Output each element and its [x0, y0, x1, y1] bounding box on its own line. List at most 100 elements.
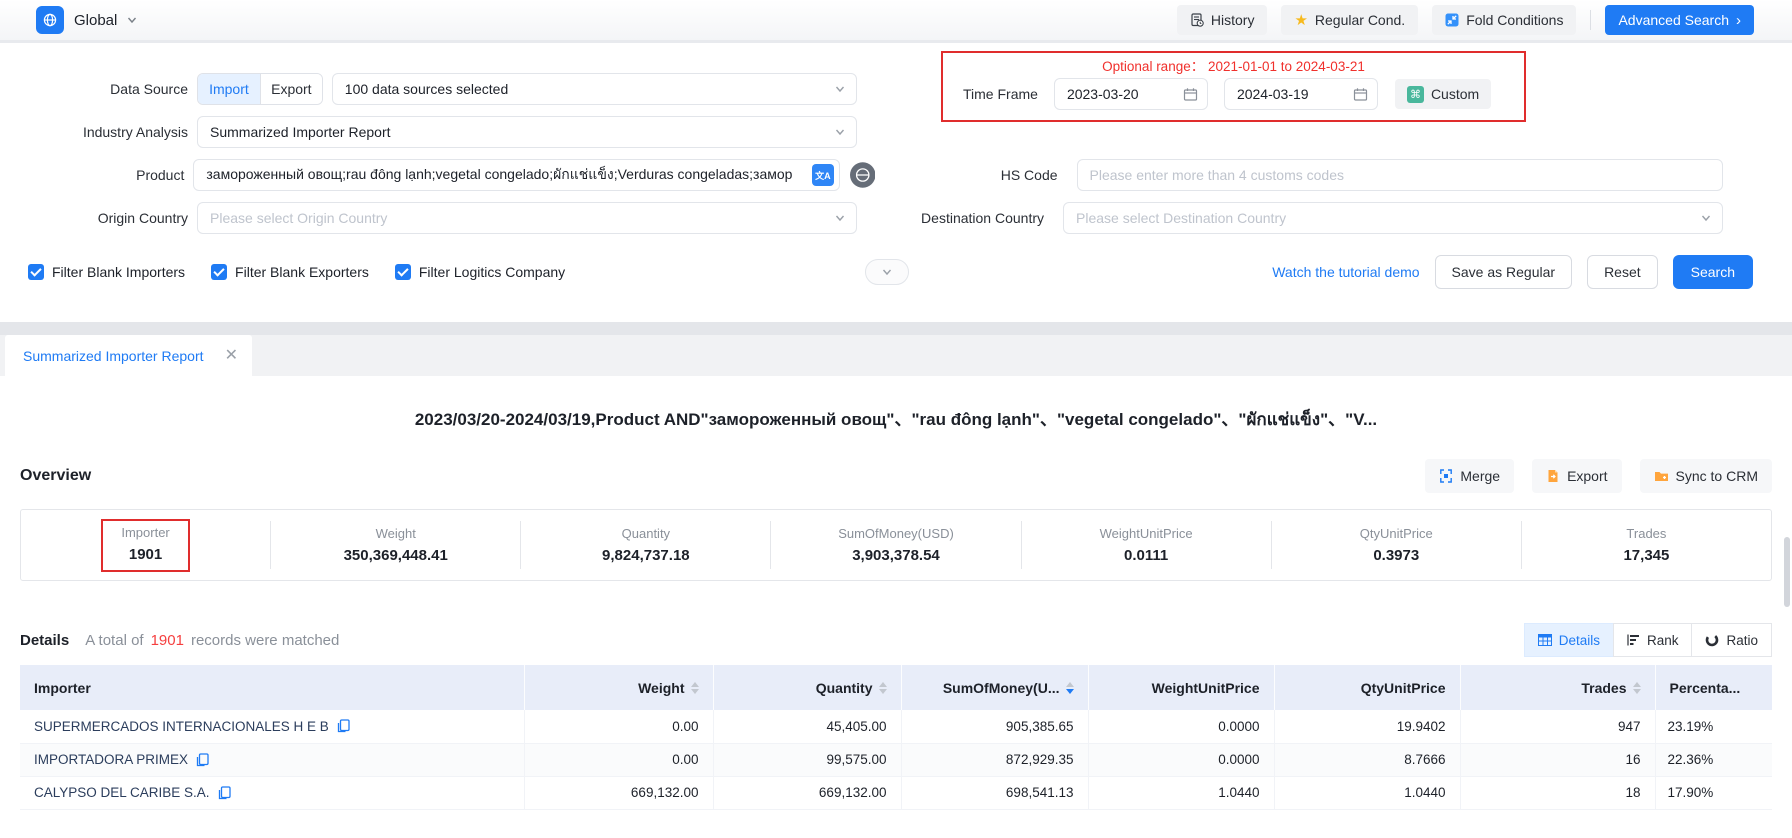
overview-stats: Importer 1901 Weight 350,369,448.41 Quan…: [20, 509, 1772, 581]
qup-cell: 1.0440: [1274, 776, 1460, 809]
save-as-regular-button[interactable]: Save as Regular: [1435, 255, 1573, 289]
regular-cond-button[interactable]: ★ Regular Cond.: [1281, 5, 1418, 35]
sort-control[interactable]: [1633, 682, 1641, 694]
reset-button[interactable]: Reset: [1587, 255, 1658, 289]
destination-country-select[interactable]: Please select Destination Country: [1063, 202, 1723, 234]
weight-cell: 0.00: [524, 710, 713, 743]
translate-badge-icon[interactable]: 文A: [812, 164, 834, 186]
search-form: Optional range： 2021-01-01 to 2024-03-21…: [0, 43, 1792, 322]
industry-analysis-select[interactable]: Summarized Importer Report: [197, 116, 857, 148]
translate-toggle-icon[interactable]: [850, 162, 875, 188]
col-quantity: Quantity: [816, 680, 873, 696]
sort-caret-up-icon: [1066, 682, 1074, 687]
col-weight: Weight: [638, 680, 684, 696]
merge-icon: [1439, 469, 1453, 483]
chevron-down-icon: [835, 127, 845, 137]
sort-control[interactable]: [1066, 682, 1074, 694]
tab-summarized-importer-report[interactable]: Summarized Importer Report ✕: [5, 335, 252, 376]
overview-title: Overview: [20, 467, 91, 485]
region-selector[interactable]: Global: [36, 6, 137, 34]
col-trades: Trades: [1581, 680, 1626, 696]
view-details-button[interactable]: Details: [1524, 623, 1614, 657]
chevron-down-icon: [882, 267, 892, 277]
tab-bar: Summarized Importer Report ✕: [0, 335, 1792, 376]
data-sources-value: 100 data sources selected: [345, 81, 508, 97]
col-importer: Importer: [34, 680, 91, 696]
stat-label: SumOfMoney(USD): [838, 526, 954, 541]
stat-value: 9,824,737.18: [602, 547, 690, 564]
import-toggle[interactable]: Import: [198, 74, 260, 104]
tutorial-demo-link[interactable]: Watch the tutorial demo: [1272, 264, 1419, 280]
wup-cell: 0.0000: [1088, 743, 1274, 776]
stat-sum-of-money: SumOfMoney(USD) 3,903,378.54: [770, 521, 1020, 569]
sync-to-crm-label: Sync to CRM: [1676, 468, 1758, 484]
start-date-input[interactable]: 2023-03-20: [1054, 78, 1208, 110]
sort-caret-up-icon: [879, 682, 887, 687]
end-date-input[interactable]: 2024-03-19: [1224, 78, 1378, 110]
view-rank-button[interactable]: Rank: [1613, 623, 1693, 657]
qup-cell: 19.9402: [1274, 710, 1460, 743]
data-sources-select[interactable]: 100 data sources selected: [332, 73, 857, 105]
custom-range-button[interactable]: ⌘ Custom: [1395, 79, 1491, 109]
origin-country-placeholder: Please select Origin Country: [210, 210, 387, 226]
importer-link[interactable]: SUPERMERCADOS INTERNACIONALES H E B: [34, 719, 329, 734]
stat-weight-unit-price: WeightUnitPrice 0.0111: [1021, 521, 1271, 569]
stat-trades: Trades 17,345: [1521, 521, 1771, 569]
export-button[interactable]: Export: [1532, 459, 1621, 493]
time-frame-annotation-box: Optional range： 2021-01-01 to 2024-03-21…: [941, 51, 1526, 122]
importer-link[interactable]: CALYPSO DEL CARIBE S.A.: [34, 785, 210, 800]
importer-link[interactable]: IMPORTADORA PRIMEX: [34, 752, 188, 767]
match-summary: A total of1901records were matched: [85, 632, 339, 649]
copy-icon[interactable]: [196, 753, 209, 767]
product-row: Product 文A HS Code: [0, 159, 1792, 191]
hs-code-input[interactable]: [1077, 159, 1723, 191]
product-input[interactable]: [193, 159, 839, 191]
filter-blank-exporters-checkbox[interactable]: Filter Blank Exporters: [211, 264, 369, 280]
history-button[interactable]: History: [1177, 5, 1268, 35]
merge-label: Merge: [1460, 468, 1500, 484]
sync-crm-icon: [1654, 469, 1669, 483]
trades-cell: 947: [1460, 710, 1655, 743]
stat-importer: Importer 1901: [21, 521, 270, 569]
wup-cell: 1.0440: [1088, 776, 1274, 809]
sync-to-crm-button[interactable]: Sync to CRM: [1640, 459, 1772, 493]
advanced-search-button[interactable]: Advanced Search ›: [1605, 5, 1754, 35]
fold-conditions-button[interactable]: Fold Conditions: [1432, 5, 1576, 35]
filter-logitics-company-label: Filter Logitics Company: [419, 264, 565, 280]
col-sum-of-money: SumOfMoney(U...: [943, 680, 1060, 696]
chevron-down-icon: [1701, 213, 1711, 223]
copy-icon[interactable]: [337, 719, 350, 733]
sort-caret-up-icon: [1633, 682, 1641, 687]
filter-blank-importers-checkbox[interactable]: Filter Blank Importers: [28, 264, 185, 280]
table-row: IMPORTADORA PRIMEX 0.00 99,575.00 872,92…: [20, 743, 1772, 776]
origin-country-label: Origin Country: [10, 210, 188, 226]
close-icon[interactable]: ✕: [225, 348, 238, 364]
stat-value: 350,369,448.41: [344, 547, 448, 564]
table-row: SUPERMERCADOS INTERNACIONALES H E B 0.00…: [20, 710, 1772, 743]
filters-actions-row: Filter Blank Importers Filter Blank Expo…: [0, 256, 1792, 288]
fold-conditions-label: Fold Conditions: [1466, 12, 1563, 28]
stat-value: 0.3973: [1373, 547, 1419, 564]
collapse-conditions-button[interactable]: [865, 259, 909, 285]
sort-control[interactable]: [691, 682, 699, 694]
filter-logitics-company-checkbox[interactable]: Filter Logitics Company: [395, 264, 565, 280]
checkbox-checked-icon: [395, 264, 411, 280]
col-qty-unit-price: QtyUnitPrice: [1361, 680, 1446, 696]
origin-country-select[interactable]: Please select Origin Country: [197, 202, 857, 234]
merge-button[interactable]: Merge: [1425, 459, 1514, 493]
search-button[interactable]: Search: [1673, 255, 1753, 289]
trades-cell: 16: [1460, 743, 1655, 776]
stat-label: Trades: [1626, 526, 1666, 541]
scrollbar-thumb[interactable]: [1784, 537, 1790, 607]
wup-cell: 0.0000: [1088, 710, 1274, 743]
tab-gap: [0, 322, 1792, 335]
percentage-cell: 22.36%: [1655, 743, 1772, 776]
export-icon: [1546, 469, 1560, 483]
sort-caret-down-icon: [879, 689, 887, 694]
copy-icon[interactable]: [218, 786, 231, 800]
view-ratio-button[interactable]: Ratio: [1691, 623, 1772, 657]
rank-icon: [1627, 634, 1640, 646]
data-source-label: Data Source: [10, 81, 188, 97]
export-toggle[interactable]: Export: [260, 74, 322, 104]
sort-control[interactable]: [879, 682, 887, 694]
